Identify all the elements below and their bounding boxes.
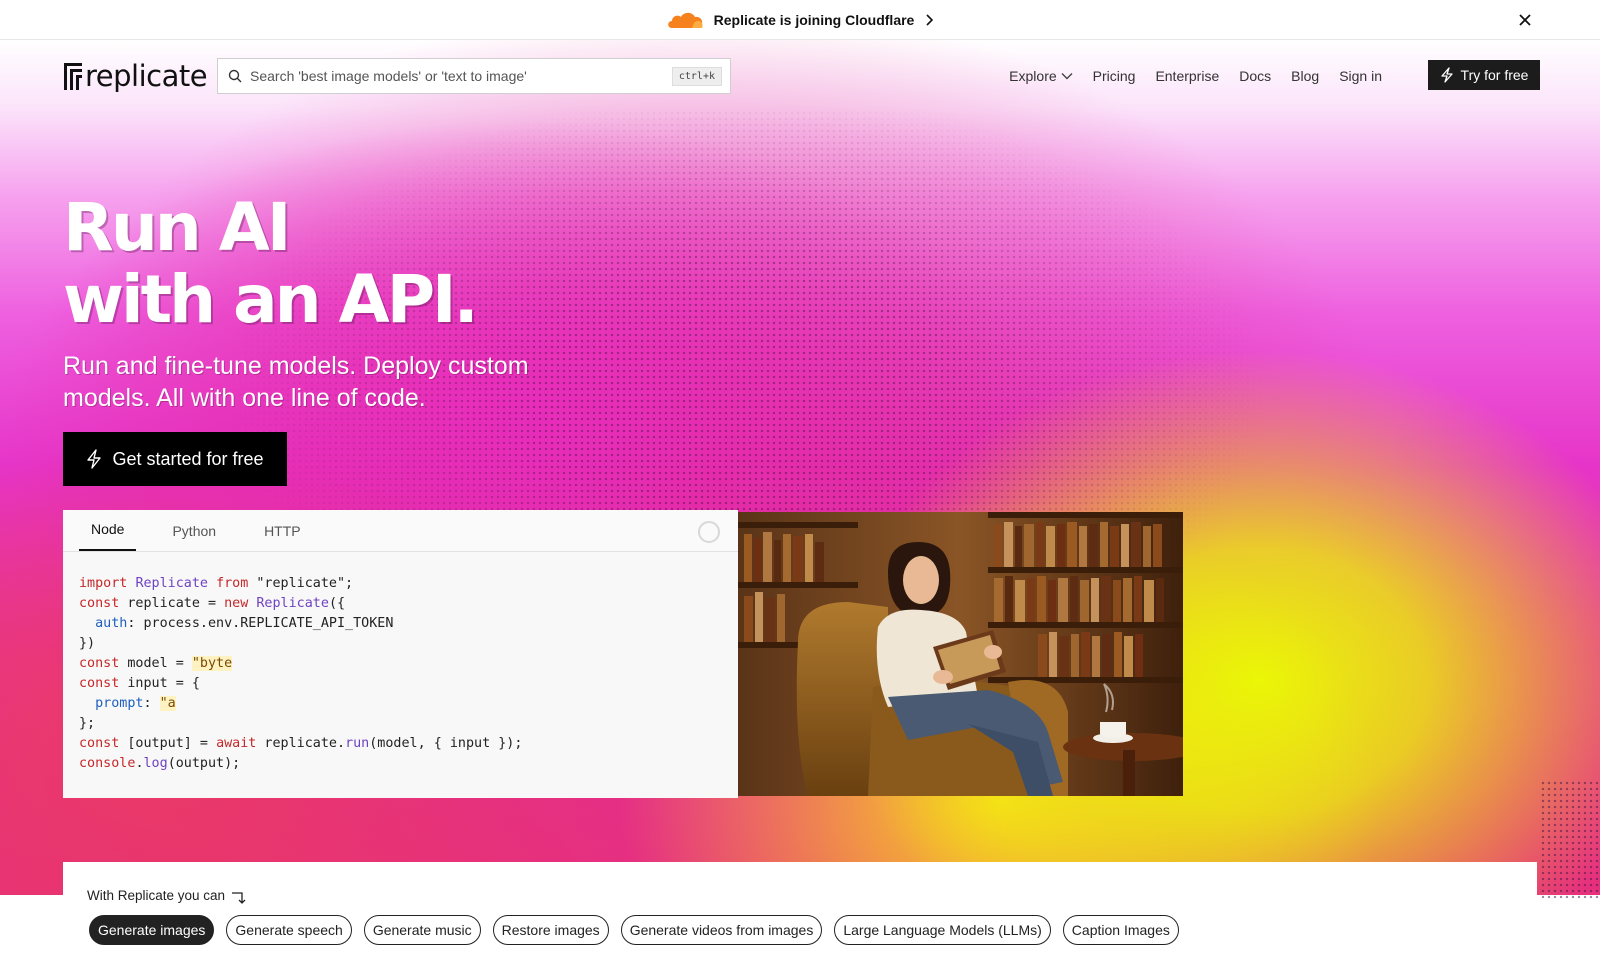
tab-node[interactable]: Node: [79, 521, 137, 551]
cloudflare-cloud-icon: [667, 12, 703, 28]
pill-generate-images[interactable]: Generate images: [89, 915, 215, 945]
pill-llms[interactable]: Large Language Models (LLMs): [834, 915, 1051, 945]
lightning-icon: [1440, 67, 1453, 83]
arrow-turn-down-icon: [232, 892, 246, 904]
announcement-bar[interactable]: Replicate is joining Cloudflare: [0, 0, 1600, 40]
loading-spinner-icon: [698, 521, 720, 543]
code-line: console.log(output);: [79, 756, 241, 771]
code-example-panel: Node Python HTTP import Replicate from "…: [63, 510, 738, 798]
code-line: prompt: "a: [95, 696, 176, 711]
search-input[interactable]: [250, 68, 672, 84]
code-line: };: [79, 716, 96, 731]
replicate-logo[interactable]: replicate: [63, 58, 208, 93]
capabilities-card: With Replicate you can Generate images G…: [63, 862, 1537, 960]
nav-explore-label: Explore: [1009, 68, 1057, 84]
replicate-logo-icon: [64, 63, 82, 90]
nav-sign-in[interactable]: Sign in: [1339, 68, 1382, 84]
photo-illustration: [738, 512, 1183, 796]
nav-docs[interactable]: Docs: [1239, 68, 1271, 84]
nav-links: Explore Pricing Enterprise Docs Blog Sig…: [989, 56, 1382, 96]
search-bar[interactable]: ctrl+k: [217, 58, 731, 94]
top-navigation: replicate ctrl+k Explore Pricing Enterpr…: [0, 56, 1600, 96]
logo-text: replicate: [85, 58, 208, 93]
halftone-dot-pattern-right: [1540, 780, 1600, 900]
pill-generate-speech[interactable]: Generate speech: [226, 915, 352, 945]
code-line: const input = {: [79, 676, 200, 691]
code-line: const replicate = new Replicate({: [79, 596, 346, 611]
code-line: auth: process.env.REPLICATE_API_TOKEN: [95, 616, 394, 631]
nav-explore[interactable]: Explore: [1009, 68, 1073, 84]
announcement-text[interactable]: Replicate is joining Cloudflare: [714, 12, 915, 28]
pill-generate-music[interactable]: Generate music: [363, 915, 481, 945]
capabilities-lead-text: With Replicate you can: [87, 887, 226, 903]
get-started-label: Get started for free: [112, 448, 264, 469]
chevron-down-icon: [1061, 73, 1073, 80]
hero-headline: Run AI with an API.: [63, 189, 479, 338]
close-icon[interactable]: [1516, 11, 1534, 29]
language-tabs: Node Python HTTP: [63, 510, 738, 552]
code-line: }): [79, 636, 96, 651]
code-line: import Replicate from "replicate";: [79, 576, 354, 591]
headline-line-2: with an API.: [63, 261, 479, 338]
get-started-button[interactable]: Get started for free: [63, 432, 287, 486]
nav-pricing[interactable]: Pricing: [1093, 68, 1136, 84]
code-snippet: import Replicate from "replicate"; const…: [63, 552, 738, 796]
capability-pills: Generate images Generate speech Generate…: [89, 915, 1191, 945]
keyboard-shortcut-badge: ctrl+k: [671, 66, 722, 86]
hero-subheadline: Run and fine-tune models. Deploy custom …: [63, 352, 529, 412]
pill-restore-images[interactable]: Restore images: [492, 915, 609, 945]
nav-blog[interactable]: Blog: [1291, 68, 1319, 84]
code-line: const [output] = await replicate.run(mod…: [79, 736, 523, 751]
woman-reading-in-library-image: [738, 512, 1183, 796]
pill-generate-videos[interactable]: Generate videos from images: [620, 915, 823, 945]
capabilities-lead: With Replicate you can: [87, 885, 247, 905]
tab-python[interactable]: Python: [160, 523, 228, 551]
code-line: const model = "byte: [79, 656, 233, 671]
nav-enterprise[interactable]: Enterprise: [1155, 68, 1219, 84]
headline-line-1: Run AI: [63, 189, 291, 266]
try-for-free-button[interactable]: Try for free: [1428, 60, 1540, 90]
search-icon: [228, 69, 242, 83]
try-for-free-label: Try for free: [1460, 67, 1529, 83]
tab-http[interactable]: HTTP: [252, 523, 313, 551]
chevron-right-icon: [926, 13, 934, 26]
pill-caption-images[interactable]: Caption Images: [1062, 915, 1179, 945]
lightning-icon: [87, 449, 102, 469]
